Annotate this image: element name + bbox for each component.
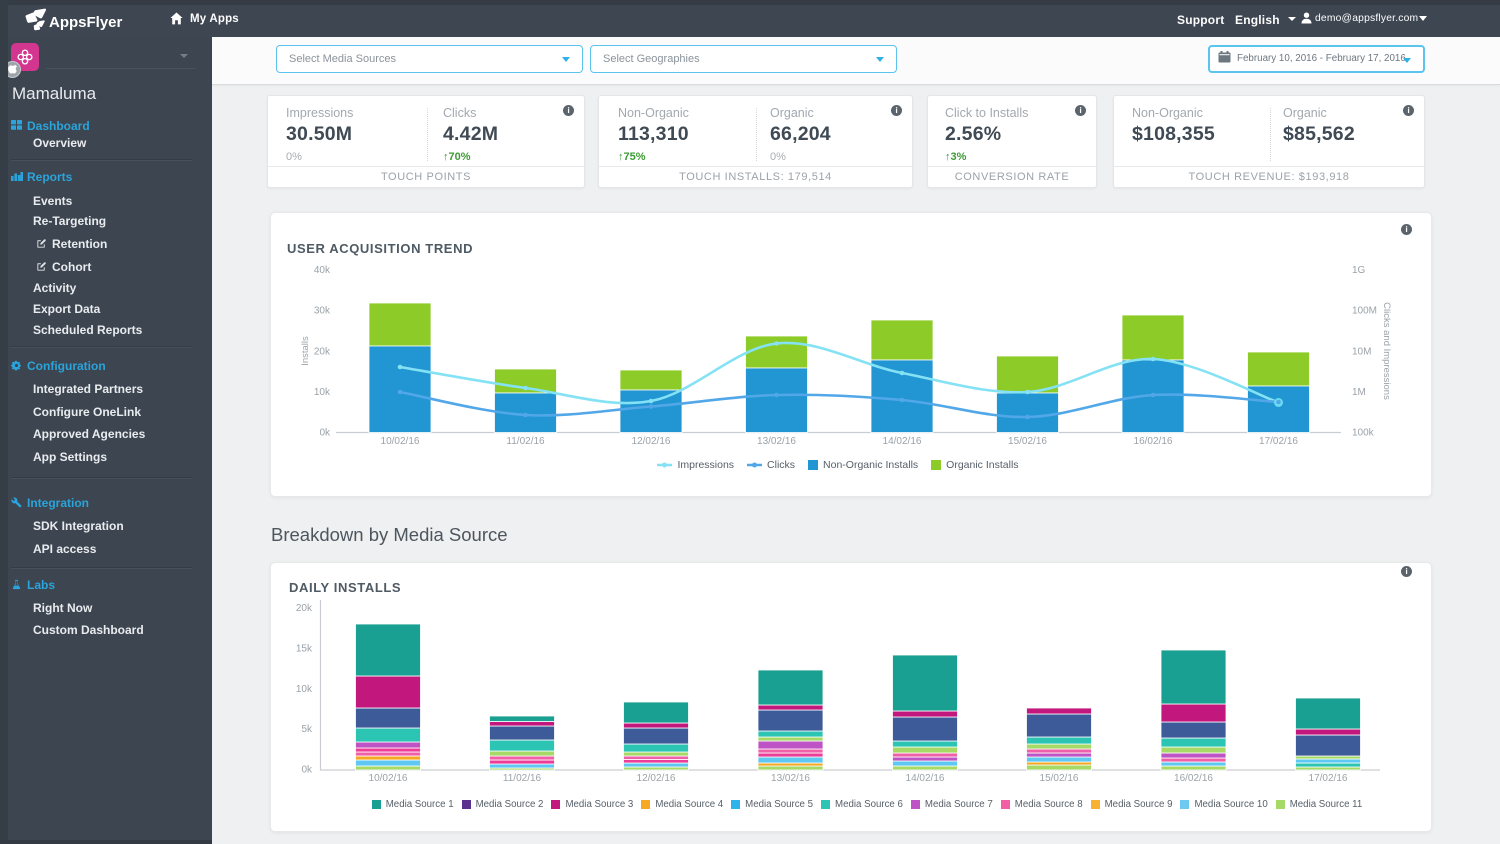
svg-text:16/02/16: 16/02/16	[1174, 773, 1213, 784]
svg-text:1M: 1M	[1352, 387, 1366, 398]
svg-text:10/02/16: 10/02/16	[381, 436, 420, 447]
svg-text:15k: 15k	[296, 643, 313, 654]
svg-text:10/02/16: 10/02/16	[369, 773, 408, 784]
svg-text:15/02/16: 15/02/16	[1008, 436, 1047, 447]
svg-text:20k: 20k	[314, 346, 331, 357]
svg-text:20k: 20k	[296, 603, 313, 614]
svg-text:12/02/16: 12/02/16	[632, 436, 671, 447]
svg-text:13/02/16: 13/02/16	[757, 436, 796, 447]
svg-text:10k: 10k	[296, 684, 313, 695]
svg-text:16/02/16: 16/02/16	[1134, 436, 1173, 447]
svg-text:AppsFlyer: AppsFlyer	[49, 14, 123, 31]
svg-text:10M: 10M	[1352, 346, 1371, 357]
svg-text:Installs: Installs	[300, 336, 311, 366]
svg-text:17/02/16: 17/02/16	[1259, 436, 1298, 447]
svg-text:13/02/16: 13/02/16	[771, 773, 810, 784]
svg-text:10k: 10k	[314, 387, 331, 398]
svg-text:100k: 100k	[1352, 428, 1375, 439]
svg-text:15/02/16: 15/02/16	[1040, 773, 1079, 784]
svg-text:11/02/16: 11/02/16	[503, 773, 542, 784]
svg-text:14/02/16: 14/02/16	[883, 436, 922, 447]
svg-text:0k: 0k	[301, 765, 313, 776]
svg-text:Clicks and Impressions: Clicks and Impressions	[1381, 302, 1392, 400]
svg-text:0k: 0k	[319, 428, 331, 439]
svg-text:30k: 30k	[314, 306, 331, 317]
svg-text:100M: 100M	[1352, 306, 1377, 317]
svg-text:40k: 40k	[314, 265, 331, 276]
svg-text:1G: 1G	[1352, 265, 1366, 276]
svg-text:17/02/16: 17/02/16	[1309, 773, 1348, 784]
svg-text:5k: 5k	[301, 724, 313, 735]
svg-text:12/02/16: 12/02/16	[637, 773, 676, 784]
svg-text:14/02/16: 14/02/16	[906, 773, 945, 784]
svg-text:11/02/16: 11/02/16	[506, 436, 545, 447]
